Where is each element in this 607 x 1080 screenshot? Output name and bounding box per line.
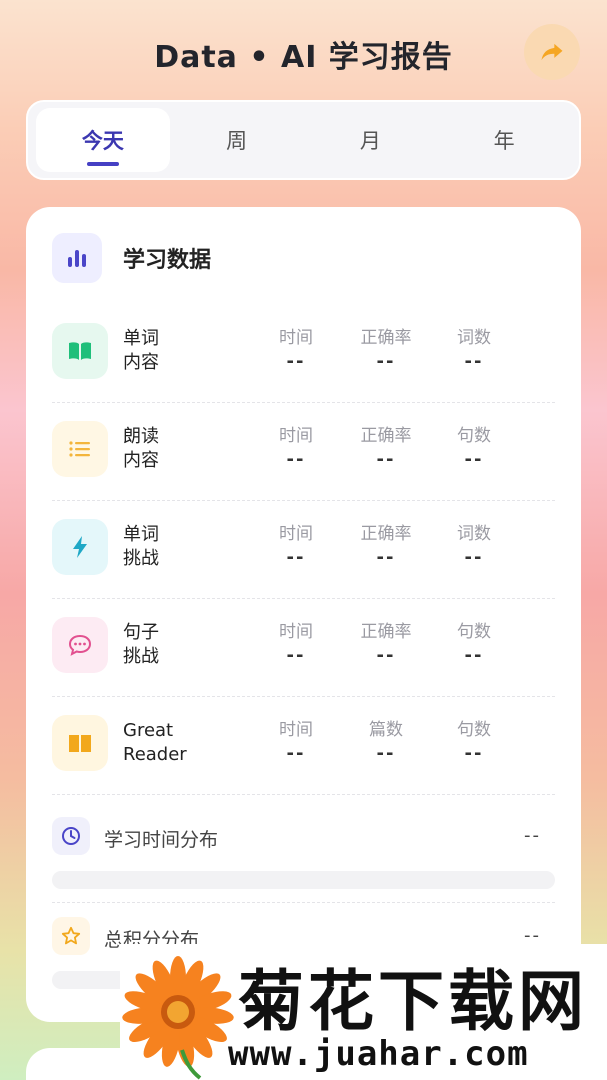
flower-logo-icon	[122, 956, 234, 1080]
bar-chart-icon	[52, 233, 102, 283]
clock-icon	[52, 817, 90, 855]
book-open-icon	[52, 323, 108, 379]
share-button[interactable]	[524, 24, 580, 80]
metric-time: 时间 --	[279, 328, 313, 372]
lightning-icon	[52, 519, 108, 575]
row-name: Great Reader	[123, 720, 187, 765]
header: Data • AI 学习报告	[0, 0, 607, 100]
metric-count: 词数 --	[457, 524, 491, 568]
metric-count: 句数 --	[457, 720, 491, 764]
row-name: 句子 挑战	[123, 622, 159, 667]
tab-month[interactable]: 月	[304, 108, 438, 172]
metric-count: 句数 --	[457, 426, 491, 470]
row-name: 单词 内容	[123, 328, 159, 373]
book-icon	[52, 715, 108, 771]
share-icon	[541, 43, 563, 61]
distribution-value: --	[524, 825, 541, 846]
star-icon	[52, 917, 90, 955]
metric-count: 句数 --	[457, 622, 491, 666]
row-name: 单词 挑战	[123, 524, 159, 569]
metric-time: 时间 --	[279, 524, 313, 568]
row-reading-content[interactable]: 朗读 内容 时间 -- 正确率 -- 句数 --	[52, 403, 555, 501]
metric-time: 时间 --	[279, 720, 313, 764]
metric-accuracy: 正确率 --	[360, 328, 412, 372]
metric-accuracy: 正确率 --	[360, 426, 412, 470]
tab-year[interactable]: 年	[437, 108, 571, 172]
period-tabs: 今天 周 月 年	[26, 100, 581, 180]
card-header: 学习数据	[52, 233, 211, 283]
tab-week[interactable]: 周	[170, 108, 304, 172]
tab-today[interactable]: 今天	[36, 108, 170, 172]
page-title: Data • AI 学习报告	[154, 40, 453, 75]
watermark-url: www.juahar.com	[228, 1034, 529, 1074]
metric-count: 词数 --	[457, 328, 491, 372]
row-great-reader[interactable]: Great Reader 时间 -- 篇数 -- 句数 --	[52, 697, 555, 795]
divider	[52, 794, 555, 795]
metric-time: 时间 --	[279, 426, 313, 470]
watermark-text: 菊花下载网	[238, 963, 588, 1040]
row-word-content[interactable]: 单词 内容 时间 -- 正确率 -- 词数 --	[52, 305, 555, 403]
list-icon	[52, 421, 108, 477]
card-title: 学习数据	[123, 248, 212, 273]
metric-accuracy: 正确率 --	[360, 524, 412, 568]
row-word-challenge[interactable]: 单词 挑战 时间 -- 正确率 -- 词数 --	[52, 501, 555, 599]
watermark: 菊花下载网 www.juahar.com	[120, 944, 607, 1080]
distribution-bar	[52, 871, 555, 889]
metric-articles: 篇数 --	[369, 720, 403, 764]
row-sentence-challenge[interactable]: 句子 挑战 时间 -- 正确率 -- 句数 --	[52, 599, 555, 697]
row-name: 朗读 内容	[123, 426, 159, 471]
metric-accuracy: 正确率 --	[360, 622, 412, 666]
distribution-label: 学习时间分布	[104, 829, 219, 851]
study-time-distribution[interactable]: 学习时间分布 --	[52, 803, 555, 903]
metric-time: 时间 --	[279, 622, 313, 666]
study-data-card: 学习数据 单词 内容 时间 -- 正确率 -- 词数 -- 朗读 内容 时间 -…	[26, 207, 581, 1022]
chat-bubble-icon	[52, 617, 108, 673]
distribution-value: --	[524, 925, 541, 946]
